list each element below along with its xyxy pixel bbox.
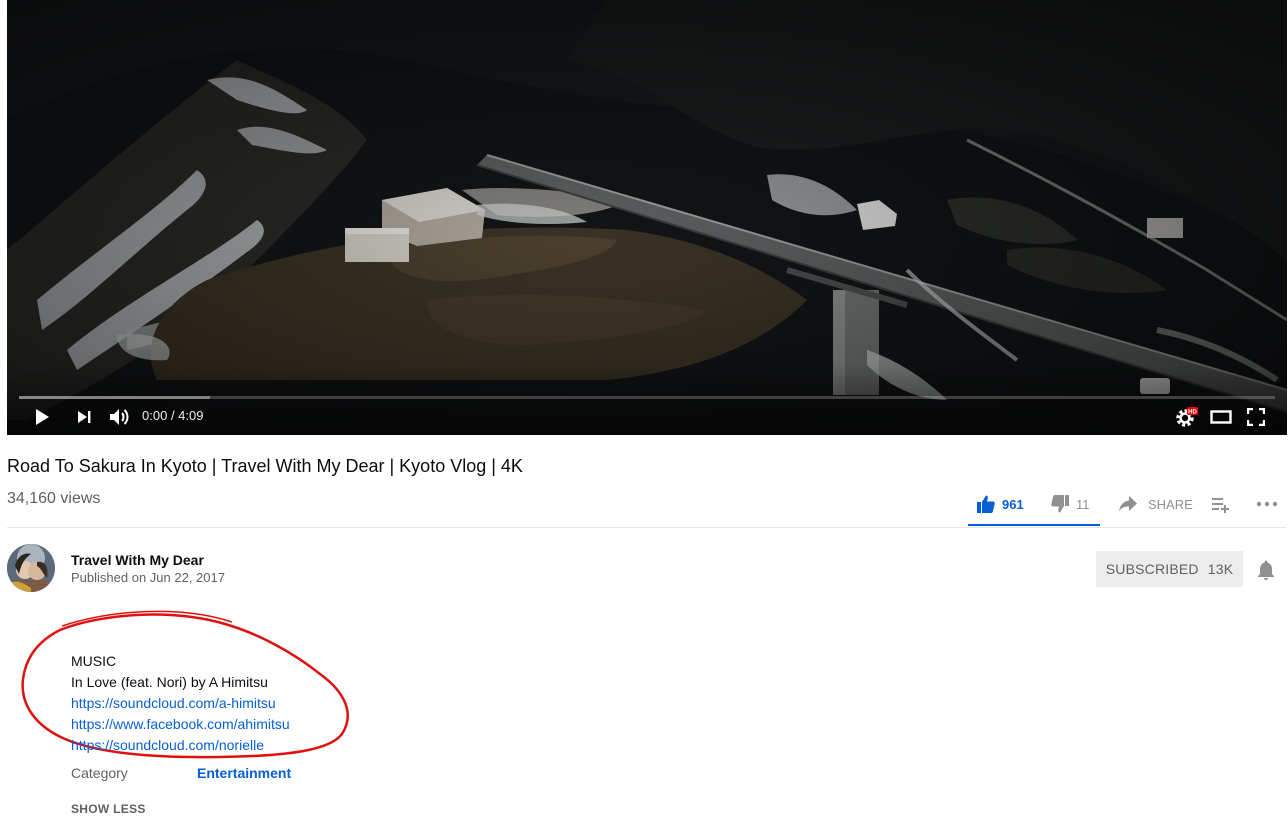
current-time: 0:00 bbox=[142, 408, 168, 423]
time-display: 0:00 / 4:09 bbox=[142, 408, 203, 423]
progress-bar[interactable] bbox=[19, 396, 1275, 399]
next-icon bbox=[78, 411, 91, 423]
hd-badge-label: HD bbox=[1188, 409, 1197, 415]
volume-icon bbox=[110, 409, 129, 425]
theater-mode-button[interactable] bbox=[1209, 405, 1233, 429]
category-link[interactable]: Entertainment bbox=[197, 765, 291, 781]
like-button[interactable]: 961 bbox=[976, 492, 1024, 516]
dislike-button[interactable]: 11 bbox=[1050, 492, 1090, 516]
subscribe-label: SUBSCRIBED bbox=[1105, 561, 1199, 577]
bell-icon bbox=[1258, 560, 1274, 580]
theater-icon bbox=[1210, 410, 1232, 424]
divider bbox=[7, 527, 1286, 528]
thumbs-down-icon bbox=[1051, 495, 1069, 513]
description-link[interactable]: https://soundcloud.com/a-himitsu bbox=[71, 693, 290, 714]
description-link[interactable]: https://www.facebook.com/ahimitsu bbox=[71, 714, 290, 735]
share-icon bbox=[1119, 496, 1137, 512]
next-button[interactable] bbox=[73, 405, 95, 429]
subscribe-button[interactable]: SUBSCRIBED 13K bbox=[1096, 551, 1243, 587]
sentiment-bar bbox=[968, 524, 1100, 526]
duration: 4:09 bbox=[178, 408, 204, 423]
settings-icon: HD bbox=[1176, 407, 1198, 427]
volume-button[interactable] bbox=[106, 405, 132, 429]
video-actions: 961 11 SHARE bbox=[968, 488, 1288, 526]
save-to-playlist-button[interactable] bbox=[1211, 492, 1231, 516]
video-description: MUSIC In Love (feat. Nori) by A Himitsu … bbox=[71, 651, 290, 756]
play-button[interactable] bbox=[31, 405, 53, 429]
settings-button[interactable]: HD bbox=[1174, 405, 1200, 429]
progress-buffer bbox=[19, 396, 210, 399]
thumbs-up-icon bbox=[977, 495, 995, 513]
notification-bell-button[interactable] bbox=[1256, 559, 1276, 586]
add-to-playlist-icon bbox=[1212, 498, 1229, 513]
more-icon bbox=[1256, 501, 1278, 507]
share-label: SHARE bbox=[1148, 496, 1193, 512]
description-heading: MUSIC bbox=[71, 653, 117, 669]
fullscreen-icon bbox=[1247, 408, 1265, 426]
dislike-count: 11 bbox=[1076, 496, 1090, 512]
fullscreen-button[interactable] bbox=[1245, 405, 1267, 429]
more-actions-button[interactable] bbox=[1256, 492, 1278, 516]
play-icon bbox=[36, 409, 49, 425]
channel-avatar[interactable] bbox=[7, 544, 55, 592]
like-count: 961 bbox=[1002, 496, 1024, 512]
publish-date: Published on Jun 22, 2017 bbox=[71, 570, 225, 585]
avatar-image bbox=[7, 544, 55, 592]
channel-name[interactable]: Travel With My Dear bbox=[71, 552, 204, 568]
category-label: Category bbox=[71, 765, 128, 781]
video-player[interactable]: 0:00 / 4:09 HD bbox=[7, 0, 1287, 435]
share-button[interactable]: SHARE bbox=[1118, 492, 1193, 516]
show-less-button[interactable]: SHOW LESS bbox=[71, 802, 146, 816]
video-title: Road To Sakura In Kyoto | Travel With My… bbox=[7, 456, 523, 476]
description-song: In Love (feat. Nori) by A Himitsu bbox=[71, 674, 268, 690]
controls-gradient bbox=[7, 365, 1287, 435]
description-link[interactable]: https://soundcloud.com/norielle bbox=[71, 735, 290, 756]
view-count: 34,160 views bbox=[7, 490, 101, 507]
subscriber-count: 13K bbox=[1207, 561, 1234, 577]
